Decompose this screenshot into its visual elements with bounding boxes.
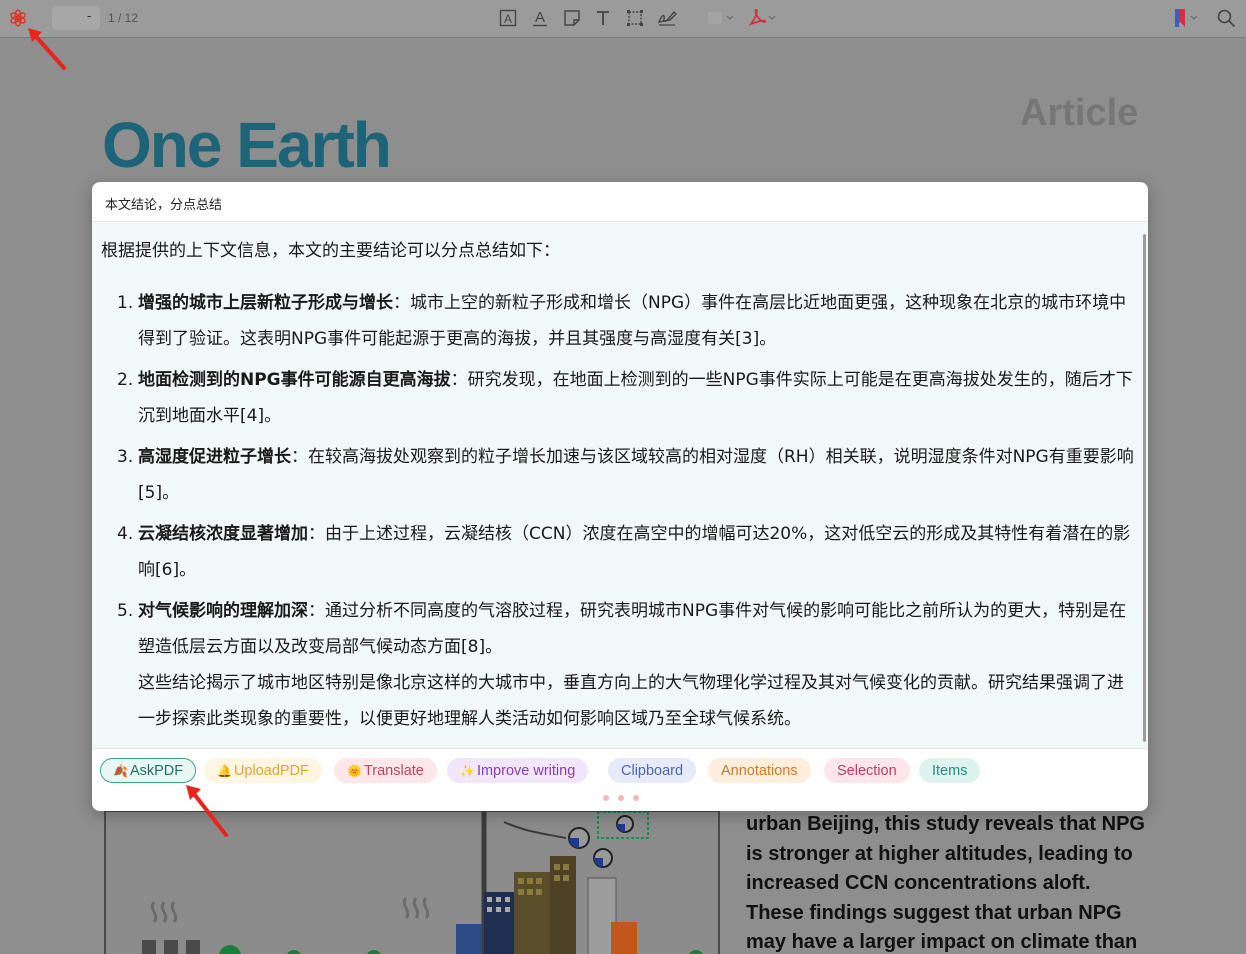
- svg-text:A: A: [535, 9, 545, 26]
- conclusion-list: 1. 增强的城市上层新粒子形成与增长：城市上空的新粒子形成和增长（NPG）事件在高…: [101, 285, 1140, 665]
- clipboard-chip[interactable]: Clipboard: [608, 758, 697, 783]
- abstract-line: is stronger at higher altitudes, leading…: [746, 842, 1133, 865]
- leaf-icon: 🍂: [113, 764, 128, 778]
- list-number: 3.: [117, 447, 134, 467]
- list-number: 5.: [117, 601, 134, 621]
- chip-label: Selection: [837, 763, 897, 779]
- crop-icon[interactable]: [624, 7, 646, 29]
- chip-label: Clipboard: [621, 763, 684, 779]
- signature-icon[interactable]: [656, 7, 678, 29]
- list-number: 2.: [117, 370, 134, 390]
- chip-label: UploadPDF: [233, 763, 309, 779]
- chip-label: Annotations: [721, 763, 798, 779]
- list-item: 2. 地面检测到的NPG事件可能源自更高海拔：研究发现，在地面上检测到的一些NPG…: [101, 362, 1140, 434]
- journal-title: One Earth: [102, 109, 392, 181]
- chip-label: Improve writing: [476, 763, 576, 779]
- text-underline-icon[interactable]: A: [529, 7, 551, 29]
- list-item: 1. 增强的城市上层新粒子形成与增长：城市上空的新粒子形成和增长（NPG）事件在高…: [101, 285, 1140, 357]
- blank-shape-icon[interactable]: [706, 7, 736, 29]
- answer-scrollbar[interactable]: [1143, 234, 1146, 742]
- item-title: 对气候影响的理解加深: [138, 601, 308, 621]
- translate-chip[interactable]: 🌞 Translate: [334, 758, 437, 783]
- callout-icon[interactable]: [561, 7, 583, 29]
- action-chips-bar: 🍂 AskPDF 🔔 UploadPDF 🌞 Translate ✨ Improve w…: [92, 748, 1148, 811]
- chip-label: Items: [932, 763, 968, 779]
- item-title: 增强的城市上层新粒子形成与增长: [138, 293, 393, 313]
- item-title: 地面检测到的NPG事件可能源自更高海拔: [138, 370, 451, 390]
- list-item: 3. 高湿度促进粒子增长：在较高海拔处观察到的粒子增长加速与该区域较高的相对湿度（…: [101, 439, 1140, 511]
- selection-chip[interactable]: Selection: [824, 758, 910, 783]
- sun-icon: 🌞: [347, 764, 362, 778]
- pdf-toolbar: - 1 / 12 A A: [0, 0, 1246, 38]
- item-title: 云凝结核浓度显著增加: [138, 524, 308, 544]
- ai-answer-panel: 根据提供的上下文信息，本文的主要结论可以分点总结如下： 1. 增强的城市上层新粒子…: [92, 223, 1148, 748]
- chip-label: Translate: [363, 763, 424, 779]
- annotation-arrow-logo: [28, 28, 66, 70]
- bookmark-icon[interactable]: [1172, 7, 1202, 29]
- user-query[interactable]: 本文结论，分点总结: [92, 182, 1148, 222]
- uploadpdf-chip[interactable]: 🔔 UploadPDF: [204, 758, 322, 783]
- search-icon[interactable]: [1215, 7, 1237, 29]
- list-item: 4. 云凝结核浓度显著增加：由于上述过程，云凝结核（CCN）浓度在高空中的增幅可达…: [101, 516, 1140, 588]
- ai-chat-popup: 本文结论，分点总结 根据提供的上下文信息，本文的主要结论可以分点总结如下： 1.…: [92, 182, 1148, 811]
- annotations-chip[interactable]: Annotations: [708, 758, 811, 783]
- article-label: Article: [1020, 92, 1139, 134]
- items-chip[interactable]: Items: [919, 758, 981, 783]
- list-number: 1.: [117, 293, 134, 313]
- answer-intro: 根据提供的上下文信息，本文的主要结论可以分点总结如下：: [101, 241, 560, 261]
- more-dots[interactable]: [603, 795, 639, 801]
- list-item: 5. 对气候影响的理解加深：通过分析不同高度的气溶胶过程，研究表明城市NPG事件对…: [101, 593, 1140, 665]
- abstract-line: may have a larger impact on climate than: [746, 931, 1138, 953]
- sparkles-icon: ✨: [460, 764, 475, 778]
- abstract-text: urban Beijing, this study reveals that N…: [746, 810, 1166, 954]
- page-count: 1 / 12: [108, 11, 139, 25]
- chip-label: AskPDF: [129, 763, 184, 779]
- list-number: 4.: [117, 524, 134, 544]
- svg-text:A: A: [504, 12, 512, 26]
- bell-icon: 🔔: [217, 764, 232, 778]
- abstract-line: These findings suggest that urban NPG: [746, 901, 1122, 924]
- answer-conclusion: 这些结论揭示了城市地区特别是像北京这样的大城市中，垂直方向上的大气物理化学过程及…: [138, 673, 1124, 729]
- improve-writing-chip[interactable]: ✨ Improve writing: [447, 758, 589, 783]
- annotation-arrow-askpdf: [186, 785, 228, 837]
- text-icon[interactable]: [592, 7, 614, 29]
- text-box-icon[interactable]: A: [497, 7, 519, 29]
- item-title: 高湿度促进粒子增长: [138, 447, 291, 467]
- askpdf-chip[interactable]: 🍂 AskPDF: [100, 758, 197, 783]
- abstract-line: urban Beijing, this study reveals that N…: [746, 813, 1145, 835]
- adobe-pdf-icon[interactable]: [748, 7, 778, 29]
- abstract-line: increased CCN concentrations aloft.: [746, 872, 1091, 894]
